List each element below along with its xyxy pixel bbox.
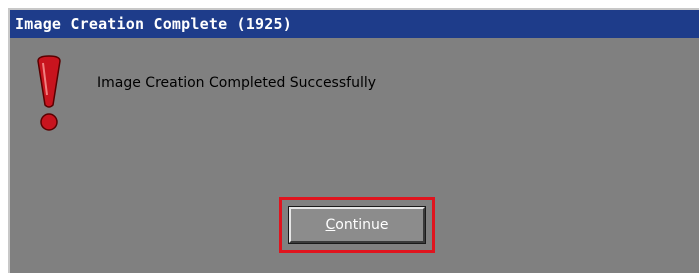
dialog-title: Image Creation Complete (1925) [15,15,292,33]
exclamation-icon [37,55,61,131]
continue-button[interactable]: Continue [288,206,426,244]
dialog-titlebar[interactable]: Image Creation Complete (1925) [10,10,699,38]
continue-accelerator: C [325,217,336,233]
continue-button-label: Continue [326,217,389,233]
continue-label-rest: ontinue [335,217,389,233]
dialog-message: Image Creation Completed Successfully [97,75,377,91]
